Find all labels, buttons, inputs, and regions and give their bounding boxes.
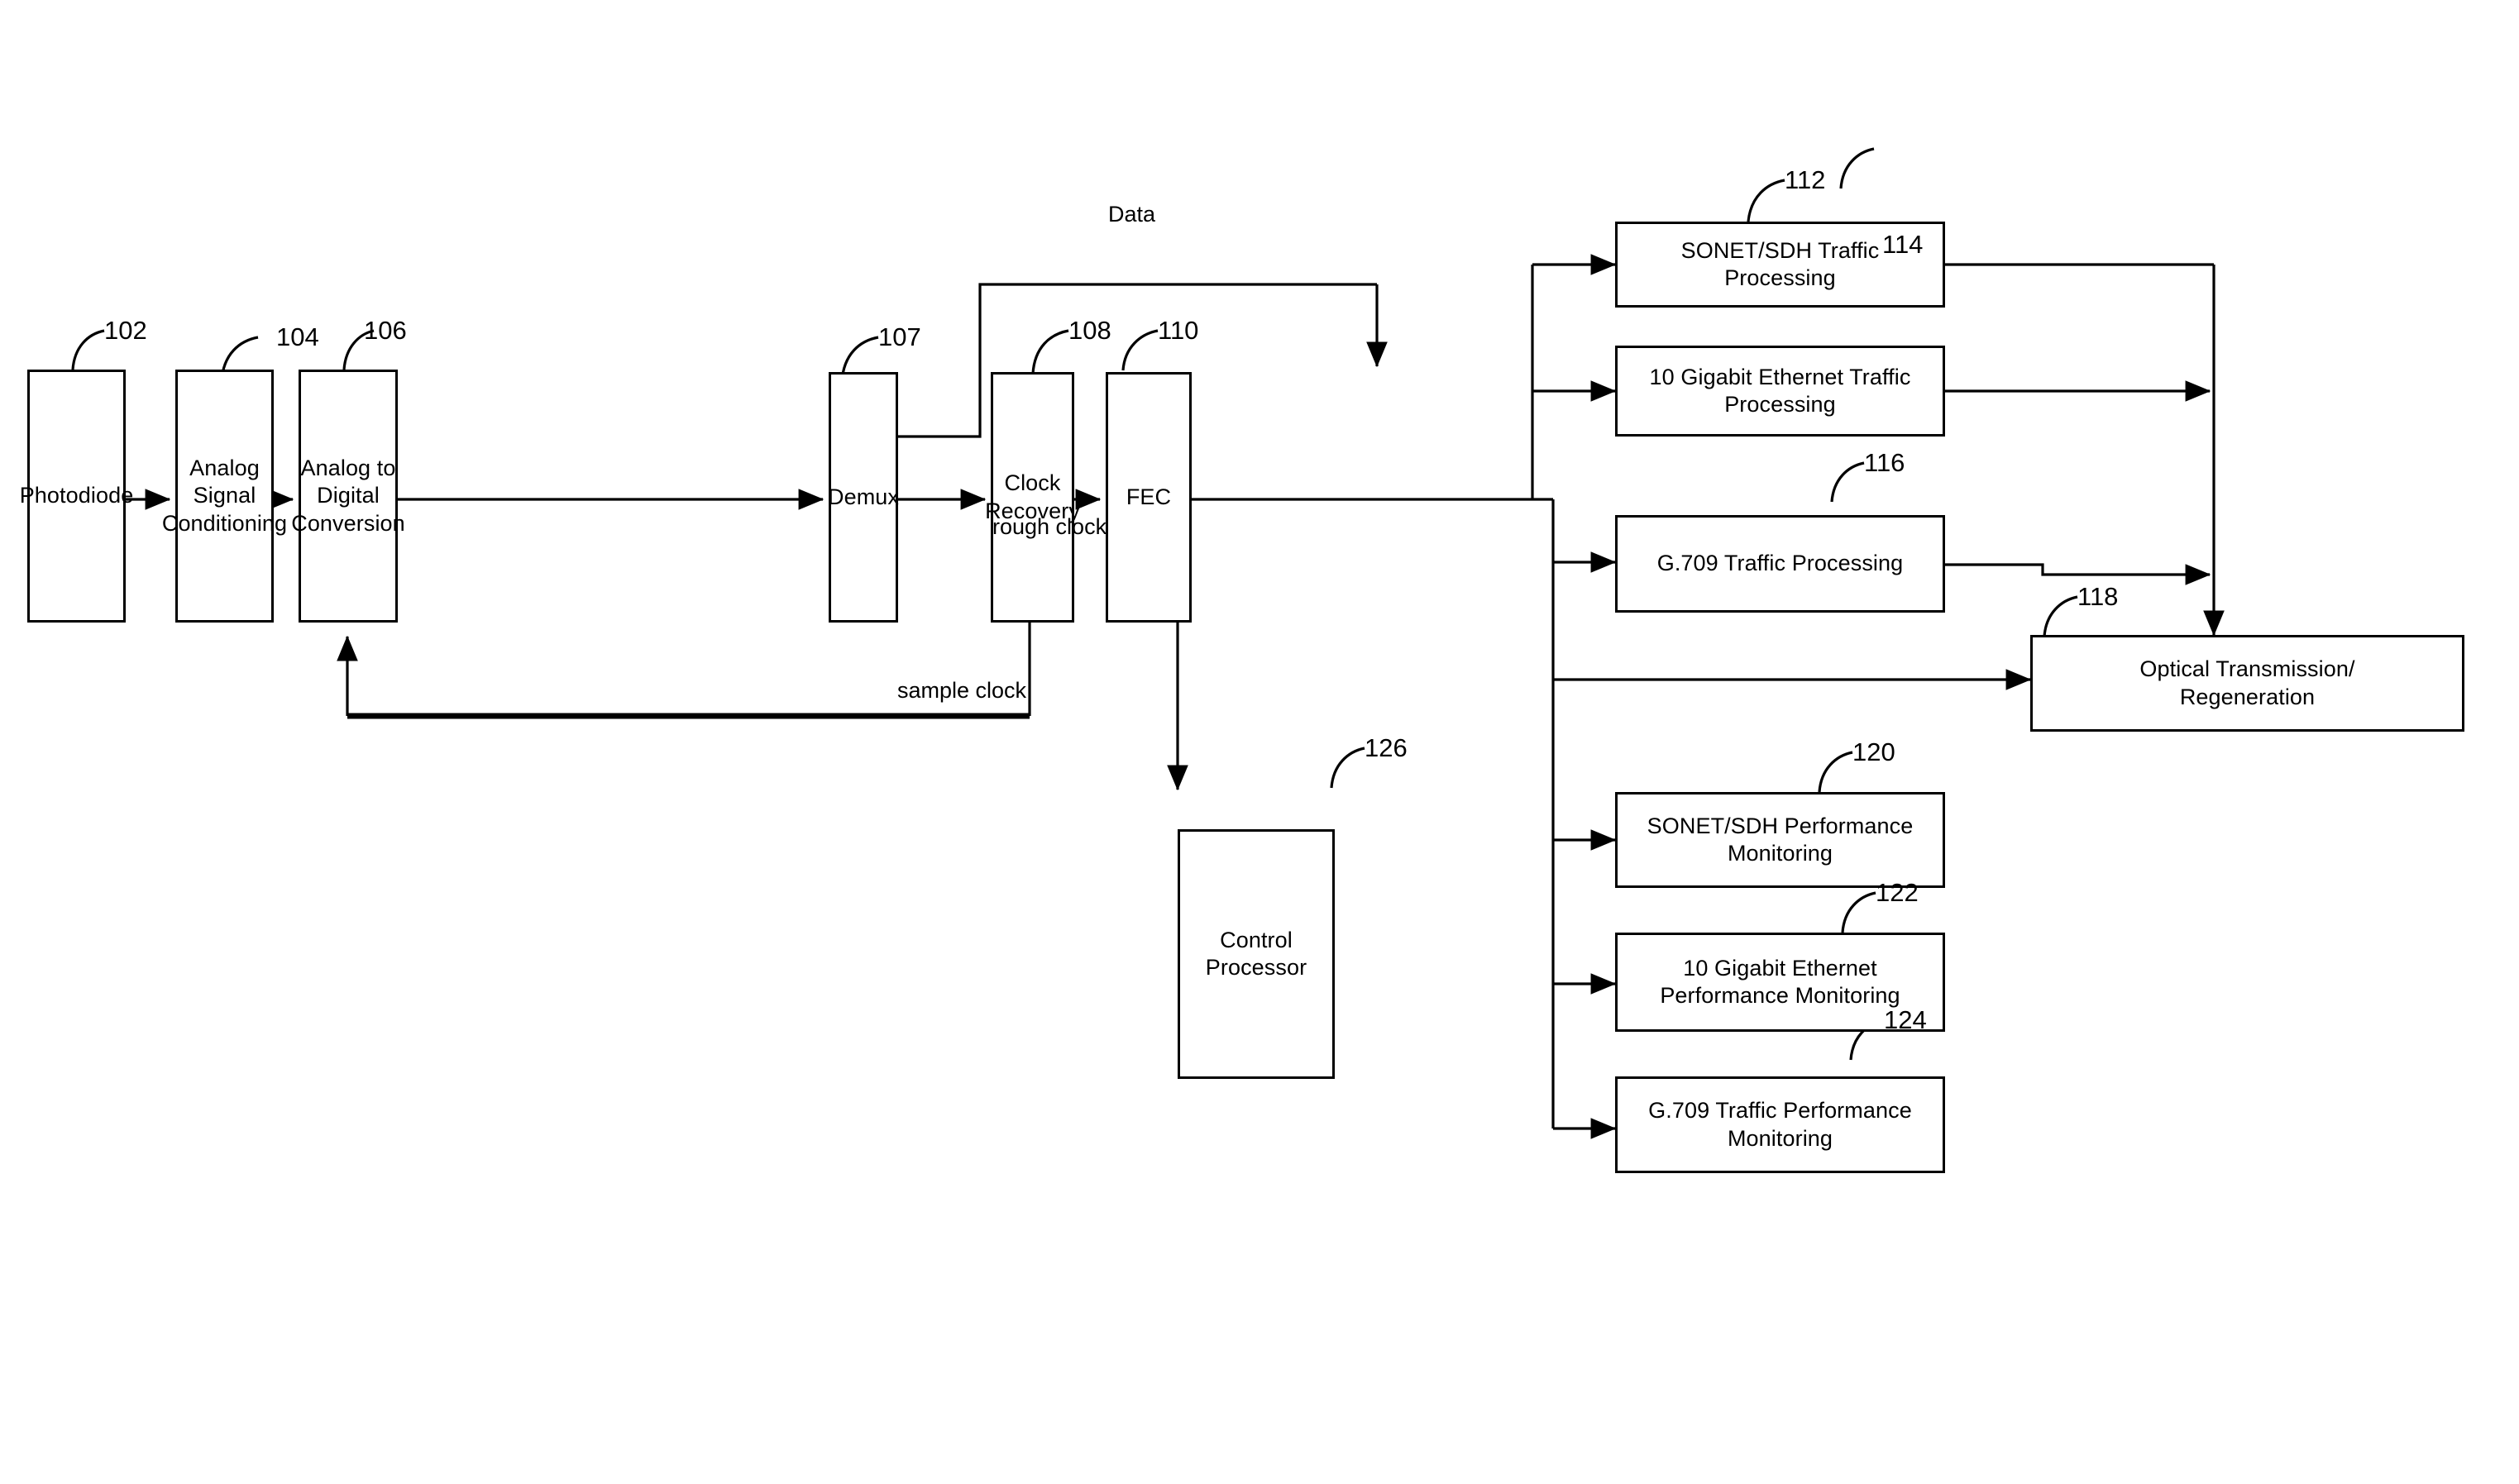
block-10ge-traffic-processing[interactable]: 10 Gigabit Ethernet Traffic Processing bbox=[1615, 346, 1945, 437]
signal-label-sample-clock: sample clock bbox=[897, 678, 1027, 703]
leader-110 bbox=[1121, 329, 1159, 371]
block-g709-traffic-performance-monitoring[interactable]: G.709 Traffic Performance Monitoring bbox=[1615, 1076, 1945, 1173]
leader-118 bbox=[2043, 595, 2078, 637]
ref-numeral-106: 106 bbox=[364, 316, 407, 345]
block-demux[interactable]: Demux bbox=[827, 372, 900, 623]
ref-numeral-120: 120 bbox=[1852, 737, 1895, 766]
ref-numeral-108: 108 bbox=[1068, 316, 1111, 345]
block-demux-label: Demux bbox=[827, 484, 900, 509]
signal-label-data: Data bbox=[1108, 202, 1156, 227]
block-analog-to-digital-conversion[interactable]: Analog to Digital Conversion bbox=[291, 370, 405, 623]
block-g709-traffic-processing-label: G.709 Traffic Processing bbox=[1656, 551, 1904, 576]
ref-numeral-126: 126 bbox=[1365, 733, 1408, 762]
leader-126 bbox=[1330, 747, 1365, 789]
leader-102 bbox=[71, 329, 105, 370]
ref-numeral-110: 110 bbox=[1158, 316, 1199, 345]
block-sonet-sdh-performance-monitoring[interactable]: SONET/SDH Performance Monitoring bbox=[1615, 792, 1945, 888]
block-control-processor[interactable]: Control Processor bbox=[1178, 829, 1335, 1079]
leader-116 bbox=[1830, 461, 1865, 503]
wire-g709-traffic-out bbox=[1945, 563, 2211, 585]
ref-numeral-122: 122 bbox=[1876, 878, 1919, 907]
block-optical-transmission-regeneration[interactable]: Optical Transmission/ Regeneration bbox=[2030, 635, 2464, 732]
leader-112 bbox=[1747, 179, 1785, 222]
ref-numeral-116: 116 bbox=[1864, 448, 1905, 477]
block-fec[interactable]: FEC bbox=[1106, 372, 1192, 623]
block-analog-signal-conditioning[interactable]: Analog Signal Conditioning bbox=[162, 370, 287, 623]
ref-numeral-124: 124 bbox=[1884, 1005, 1927, 1034]
leader-120 bbox=[1818, 751, 1853, 793]
ref-numeral-118: 118 bbox=[2077, 582, 2119, 611]
leader-122 bbox=[1841, 891, 1876, 933]
block-10ge-performance-monitoring-label: 10 Gigabit Ethernet Performance Monitori… bbox=[1660, 955, 1900, 1008]
signal-label-rough-clock: rough clock bbox=[992, 514, 1107, 539]
block-10ge-traffic-processing-label: 10 Gigabit Ethernet Traffic Processing bbox=[1649, 364, 1911, 417]
ref-numeral-102: 102 bbox=[104, 316, 147, 345]
block-photodiode[interactable]: Photodiode bbox=[20, 370, 133, 623]
block-sonet-sdh-performance-monitoring-label: SONET/SDH Performance Monitoring bbox=[1647, 813, 1914, 866]
block-fec-label: FEC bbox=[1126, 484, 1172, 509]
ref-numeral-114: 114 bbox=[1882, 230, 1924, 259]
ref-numeral-104: 104 bbox=[276, 322, 319, 351]
block-analog-to-digital-conversion-label: Analog to Digital Conversion bbox=[291, 455, 405, 536]
block-control-processor-label: Control Processor bbox=[1205, 927, 1307, 980]
block-g709-traffic-processing[interactable]: G.709 Traffic Processing bbox=[1615, 515, 1945, 613]
figure-canvas: Photodiode Analog Signal Conditioning An… bbox=[0, 0, 2519, 1484]
connector-layer bbox=[71, 147, 2225, 1139]
ref-numeral-112: 112 bbox=[1785, 165, 1826, 194]
block-sonet-sdh-traffic-processing-label: SONET/SDH Traffic Processing bbox=[1680, 237, 1880, 290]
leader-108 bbox=[1031, 329, 1069, 375]
block-clock-recovery[interactable]: Clock Recovery bbox=[985, 372, 1080, 623]
leader-114x bbox=[1839, 147, 1875, 189]
ref-numeral-107: 107 bbox=[878, 322, 921, 351]
block-photodiode-label: Photodiode bbox=[19, 483, 134, 508]
block-optical-transmission-regeneration-label: Optical Transmission/ Regeneration bbox=[2139, 656, 2355, 709]
block-g709-traffic-performance-monitoring-label: G.709 Traffic Performance Monitoring bbox=[1648, 1098, 1912, 1151]
block-analog-signal-conditioning-label: Analog Signal Conditioning bbox=[161, 455, 288, 536]
